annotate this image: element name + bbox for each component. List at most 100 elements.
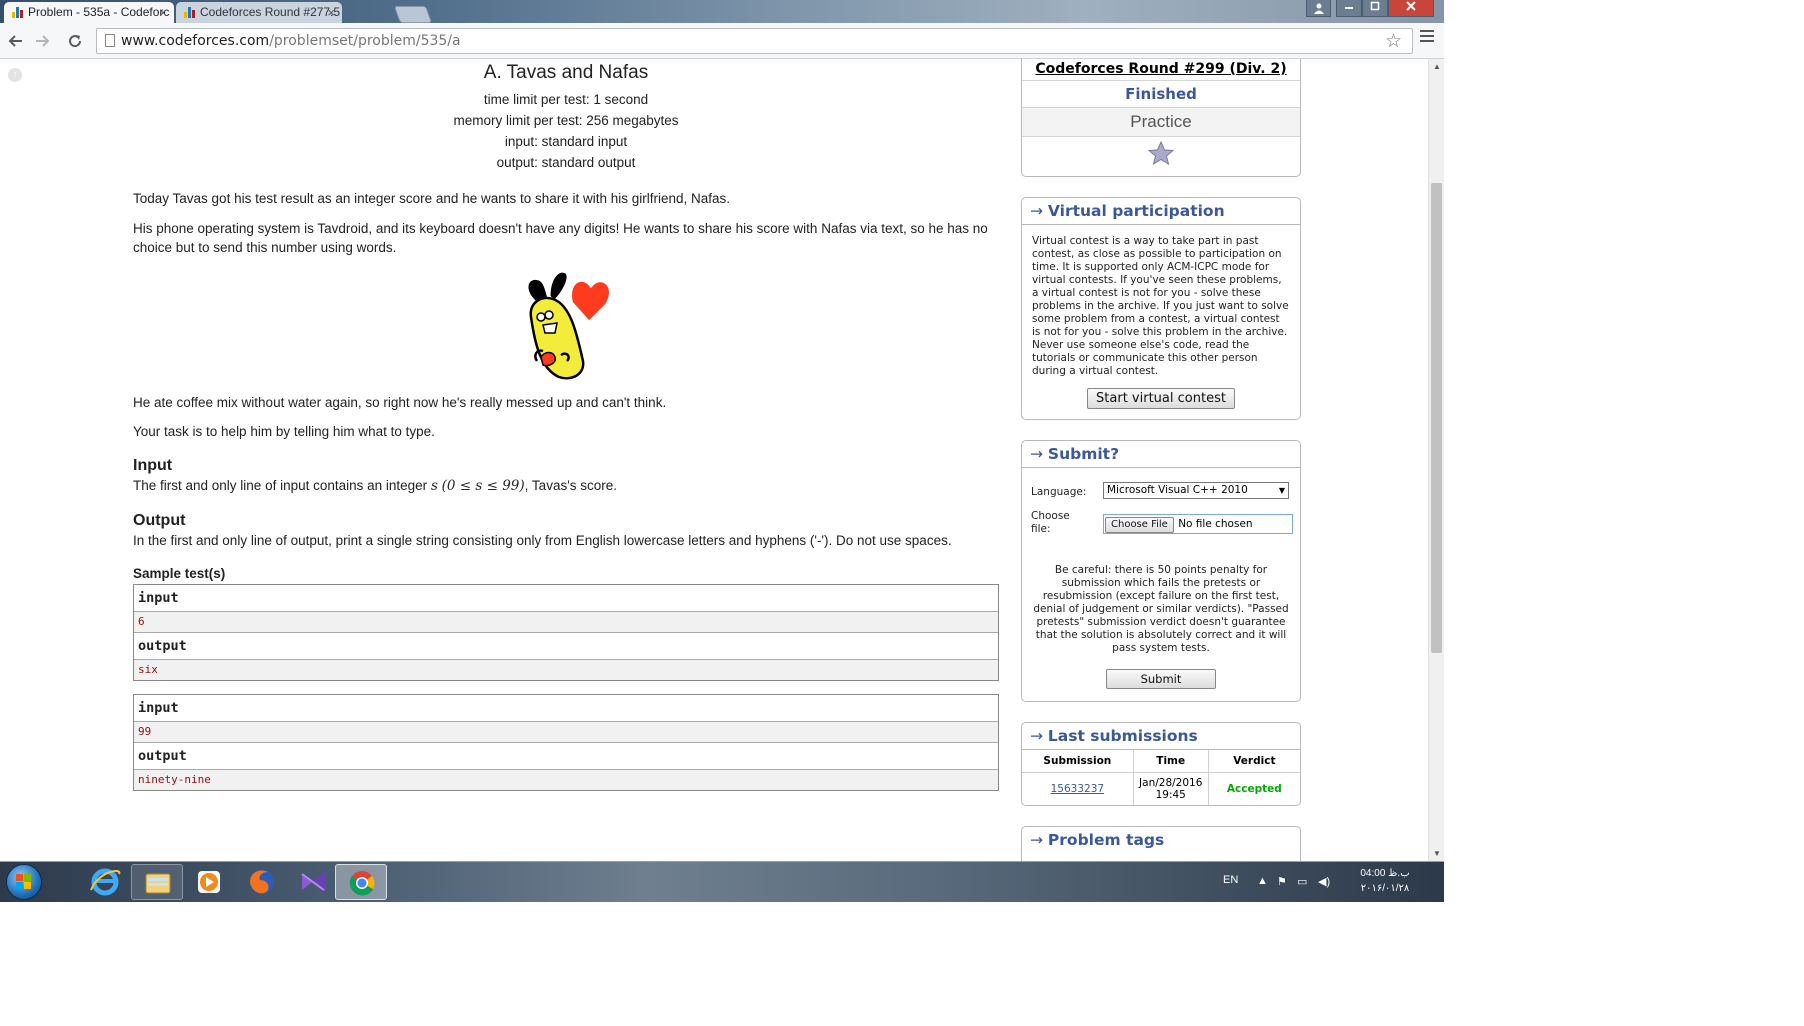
sample-input-header: input [134,585,998,612]
scroll-down-arrow-icon[interactable]: ▼ [1429,849,1444,858]
language-select[interactable]: Microsoft Visual C++ 2010 ▼ [1103,482,1289,499]
network-icon[interactable]: ▭ [1297,875,1307,888]
tab-strip: Problem - 535a - Codeforc × Codeforces R… [0,0,1444,23]
submissions-table: Submission Time Verdict 15633237 Jan/28/… [1022,750,1300,805]
sample-output-value[interactable]: ninety-nine [134,770,998,790]
arrow-right-icon: → [1030,831,1048,849]
page-icon [105,34,115,47]
file-status: No file chosen [1178,518,1253,530]
clock-time: 04:00 ب.ظ [1360,868,1410,879]
new-tab-button[interactable] [393,6,433,23]
choose-file-label: Choose file: [1031,510,1070,535]
minimize-button[interactable] [1336,0,1362,17]
media-player-icon[interactable] [183,864,235,900]
windows-logo-icon [16,874,32,890]
time-limit: time limit per test: 1 second [483,92,649,107]
statement-paragraph: His phone operating system is Tavdroid, … [133,221,988,255]
output-file: output: standard output [496,155,636,170]
url-text: www.codeforces.com/problemset/problem/53… [121,33,461,49]
language-indicator[interactable]: EN [1223,874,1238,886]
tab-title: Codeforces Round #277.5 [200,5,341,19]
file-input[interactable]: Choose File No file chosen [1103,514,1293,534]
problem-tags-title: → Problem tags [1030,831,1165,849]
problem-limits: time limit per test: 1 second memory lim… [133,89,999,173]
address-bar[interactable]: www.codeforces.com/problemset/problem/53… [96,28,1413,54]
screenshot: Problem - 535a - Codeforc × Codeforces R… [0,0,1444,902]
chrome-icon[interactable] [335,864,387,900]
sample-tests-title: Sample test(s) [133,566,226,581]
statement-paragraph: He ate coffee mix without water again, s… [133,395,667,410]
internet-explorer-icon[interactable] [79,864,131,900]
output-specification: In the first and only line of output, pr… [133,533,952,548]
output-section-title: Output [133,512,186,529]
arrow-right-icon: → [1030,445,1048,463]
file-explorer-icon[interactable] [131,864,183,900]
statement-paragraph: Your task is to help him by telling him … [133,424,435,439]
firefox-icon[interactable] [236,864,288,900]
submission-id-link[interactable]: 15633237 [1051,783,1104,795]
sample-output-header: output [134,743,998,770]
codeforces-favicon-icon [184,7,196,18]
tab-close-icon[interactable]: × [327,2,335,23]
column-header: Time [1133,750,1209,773]
dropdown-arrow-icon: ▼ [1278,486,1285,495]
system-clock[interactable]: 04:00 ب.ظ ۲۰۱۶/۰۱/۲۸ [1355,866,1415,896]
contest-name-link[interactable]: Codeforces Round #299 (Div. 2) [1035,61,1286,77]
star-icon[interactable] [1147,140,1175,166]
choose-file-button[interactable]: Choose File [1105,517,1174,533]
table-row: 15633237 Jan/28/2016 19:45 Accepted [1022,772,1300,805]
sample-input-value[interactable]: 99 [134,722,998,743]
submission-time: Jan/28/2016 19:45 [1133,772,1209,805]
last-submissions-title: → Last submissions [1022,723,1300,750]
show-hidden-icons-arrow-icon[interactable]: ▲ [1257,875,1268,887]
problem-tags-box: → Problem tags [1021,826,1301,861]
rabbit-heart-image [525,269,613,380]
sample-test: input 99 output ninety-nine [133,694,999,791]
menu-icon[interactable] [1420,30,1434,45]
start-virtual-contest-button[interactable]: Start virtual contest [1087,388,1235,409]
window-close-button[interactable] [1388,0,1434,17]
tab-round[interactable]: Codeforces Round #277.5 × [176,2,342,23]
tab-close-icon[interactable]: × [159,2,167,23]
sample-input-value[interactable]: 6 [134,612,998,633]
tavas-illustration [133,265,999,385]
sidebar: Codeforces Round #299 (Div. 2) Finished … [1021,59,1301,861]
codeforces-favicon-icon [12,7,24,18]
contest-status: Finished [1022,81,1300,108]
sample-test: input 6 output six [133,584,999,681]
tab-problem[interactable]: Problem - 535a - Codeforc × [4,2,174,23]
vertical-scrollbar[interactable]: ▲ ▼ [1428,59,1444,861]
scroll-up-arrow-icon[interactable]: ▲ [1429,62,1444,71]
page-content: ↑ A. Tavas and Nafas time limit per test… [0,59,1428,861]
tab-title: Problem - 535a - Codeforc [28,5,170,19]
sample-output-value[interactable]: six [134,660,998,680]
table-header-row: Submission Time Verdict [1022,750,1300,773]
submit-box: → Submit? Language: Microsoft Visual C++… [1021,440,1301,702]
submit-warning: Be careful: there is 50 points penalty f… [1033,564,1289,654]
clock-date: ۲۰۱۶/۰۱/۲۸ [1360,883,1410,894]
sample-output-header: output [134,633,998,660]
arrow-right-icon: → [1030,202,1048,220]
user-icon[interactable] [1306,0,1331,17]
up-arrow-icon[interactable]: ↑ [8,68,22,82]
arrow-right-icon: → [1030,727,1048,745]
submit-button[interactable]: Submit [1105,669,1217,689]
memory-limit: memory limit per test: 256 megabytes [453,113,679,128]
volume-icon[interactable]: ◀) [1318,875,1330,888]
visual-studio-icon[interactable] [288,864,340,900]
scrollbar-thumb[interactable] [1431,183,1442,653]
problem-statement: A. Tavas and Nafas time limit per test: … [133,59,999,791]
virtual-participation-box: → Virtual participation Virtual contest … [1021,197,1301,420]
windows-taskbar: EN ▲ ⚑ ▭ ◀) 04:00 ب.ظ ۲۰۱۶/۰۱/۲۸ [0,861,1444,902]
action-center-icon[interactable]: ⚑ [1277,875,1287,888]
bookmark-star-icon[interactable]: ☆ [1385,30,1402,53]
reload-icon[interactable] [63,29,87,53]
contest-box: Codeforces Round #299 (Div. 2) Finished … [1021,59,1301,177]
forward-arrow-icon[interactable] [30,29,54,53]
input-file: input: standard input [504,134,628,149]
maximize-button[interactable] [1362,0,1388,17]
problem-title: A. Tavas and Nafas [483,62,649,83]
last-submissions-box: → Last submissions Submission Time Verdi… [1021,722,1301,806]
back-arrow-icon[interactable] [4,29,28,53]
start-button[interactable] [6,864,42,900]
